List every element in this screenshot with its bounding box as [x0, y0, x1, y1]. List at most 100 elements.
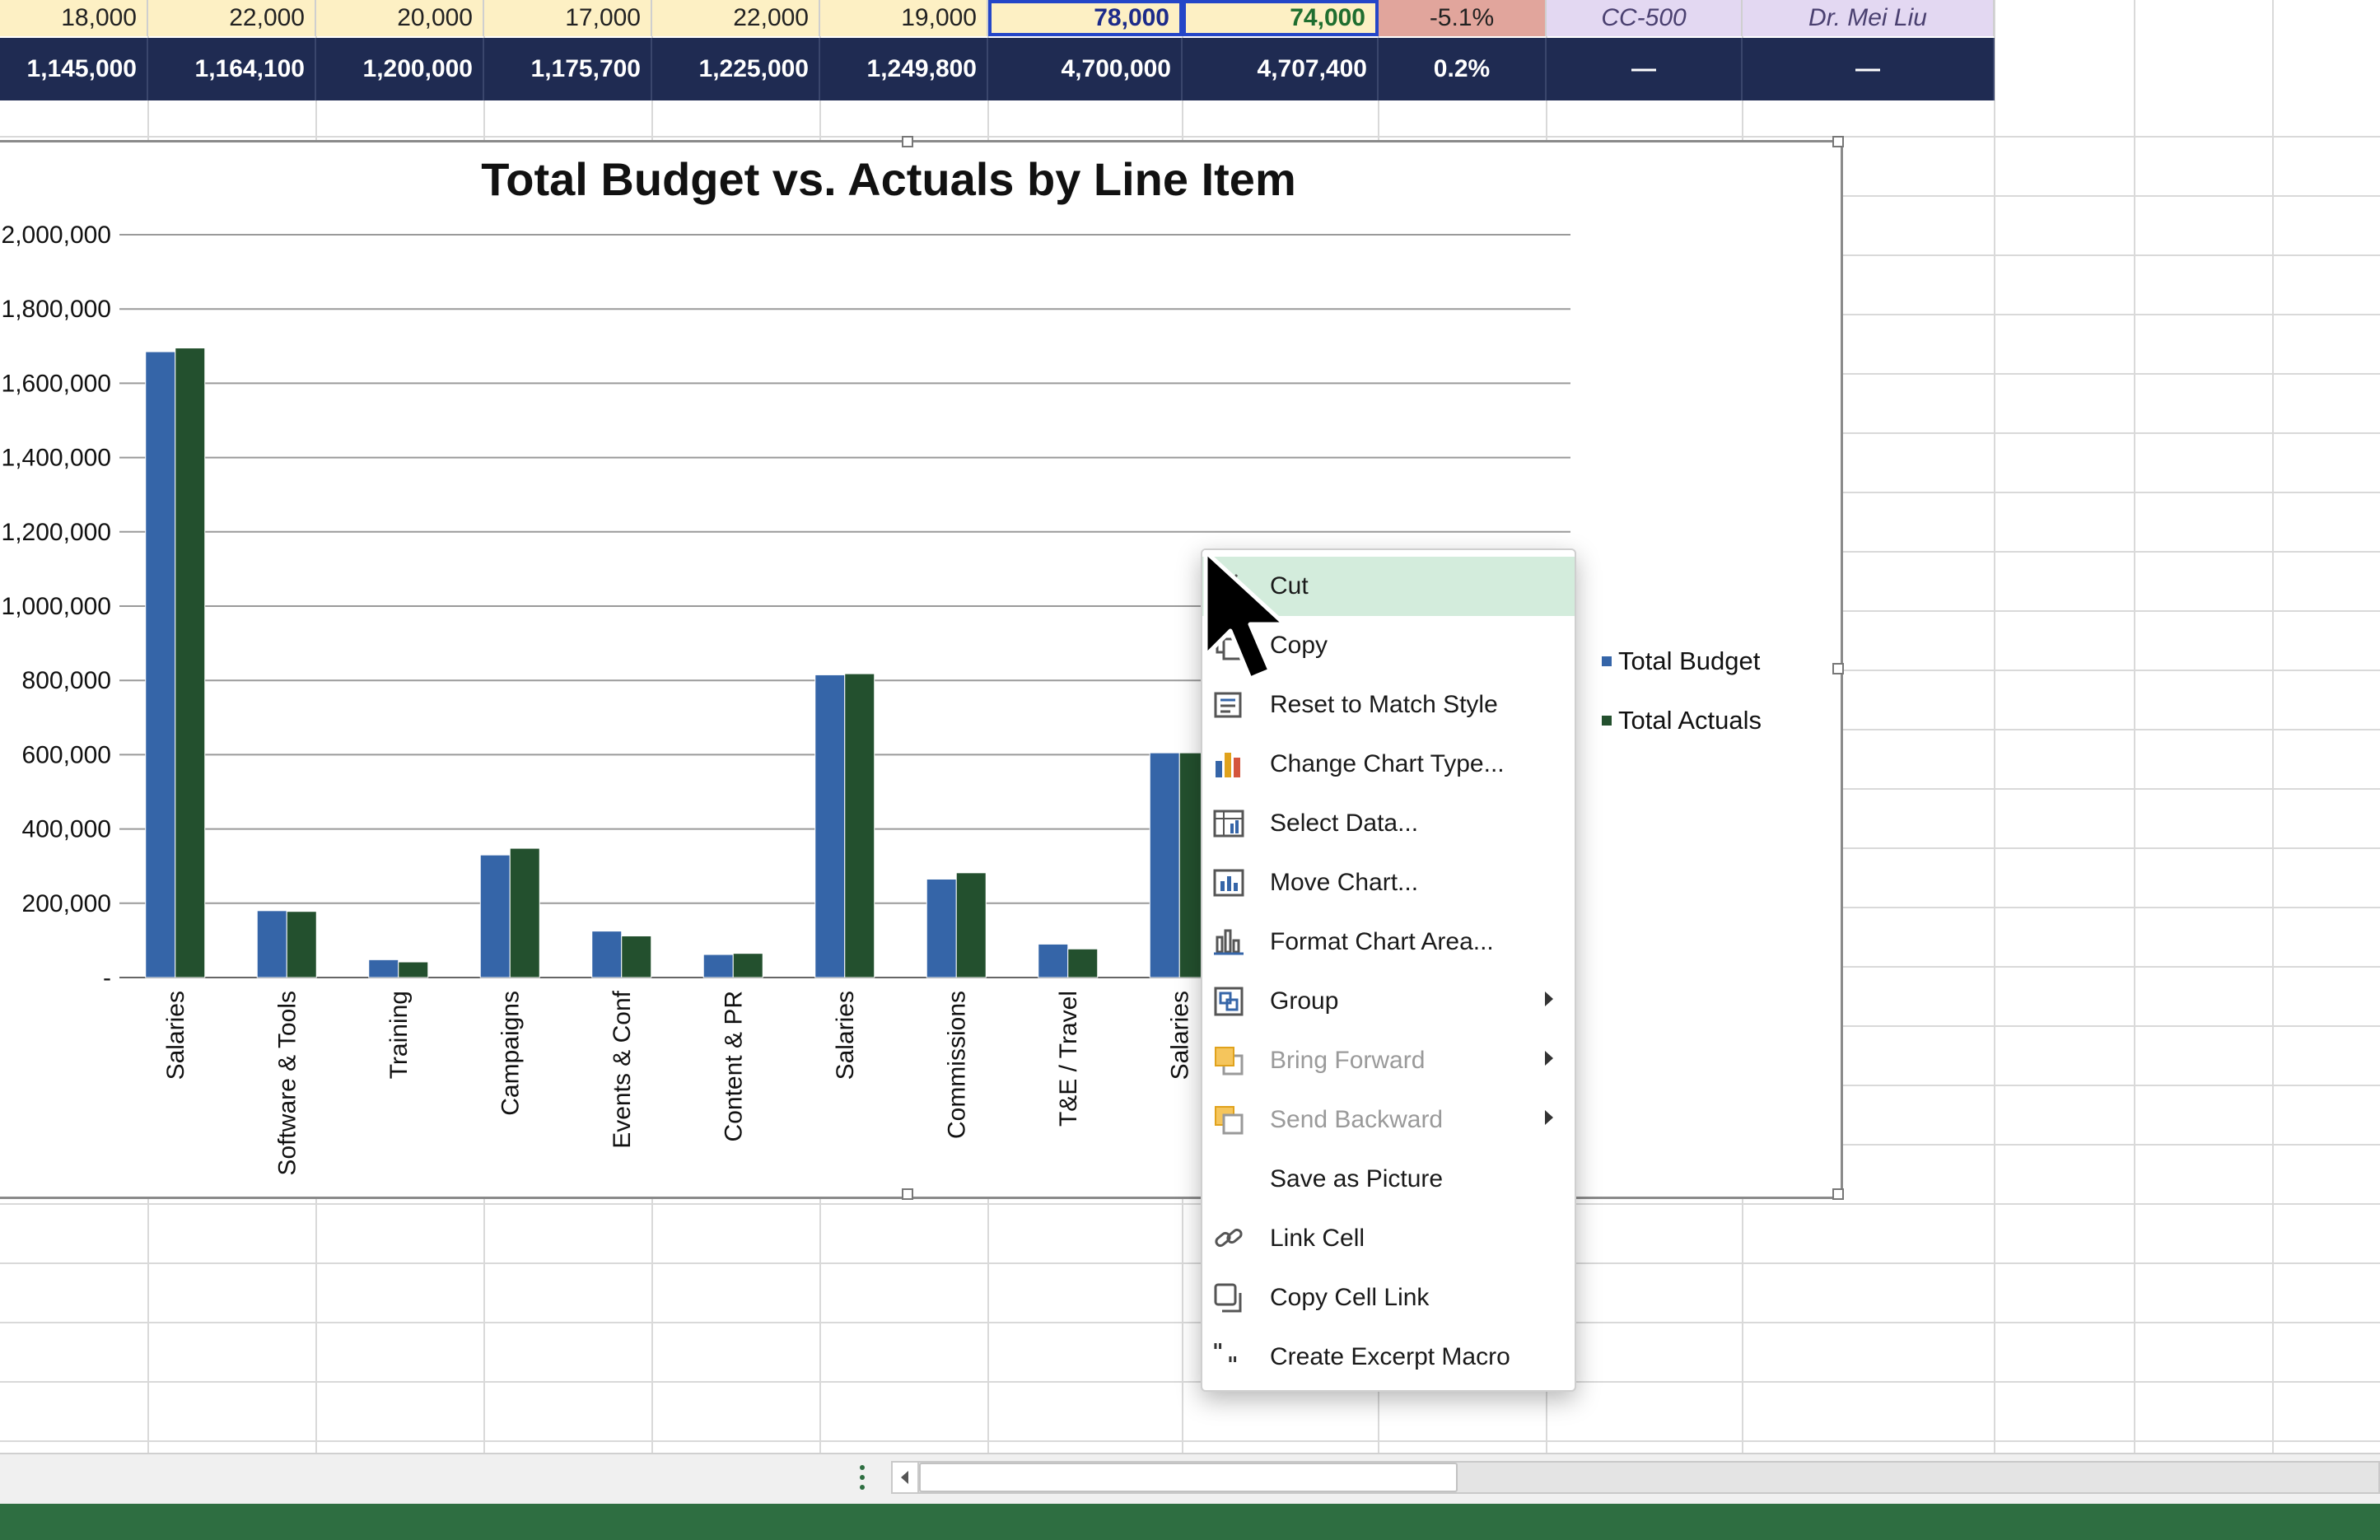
- menu-item-select-data[interactable]: Select Data...: [1202, 794, 1575, 853]
- menu-item-label: Send Backward: [1270, 1106, 1444, 1133]
- bar-budget: [702, 954, 734, 978]
- cell[interactable]: 18,000: [0, 0, 148, 36]
- legend-swatch: [1602, 716, 1612, 726]
- legend-label: Total Actuals: [1618, 706, 1762, 735]
- send-backward-icon: [1215, 1106, 1244, 1135]
- menu-item-change-chart-type[interactable]: Change Chart Type...: [1202, 735, 1575, 794]
- bar-budget: [479, 854, 511, 978]
- y-tick-label: 1,600,000: [2, 370, 111, 397]
- total-cell[interactable]: 4,707,400: [1183, 38, 1379, 100]
- x-category-label: Training: [385, 991, 413, 1079]
- chart-title: Total Budget vs. Actuals by Line Item: [481, 153, 1296, 205]
- legend-label: Total Budget: [1618, 646, 1761, 675]
- svg-text:": ": [1227, 1353, 1239, 1374]
- menu-item-create-excerpt-macro[interactable]: " " Create Excerpt Macro: [1202, 1328, 1575, 1387]
- menu-item-label: Move Chart...: [1270, 869, 1419, 896]
- y-tick-label: 1,000,000: [2, 593, 111, 620]
- total-cell[interactable]: 1,175,700: [484, 38, 652, 100]
- menu-item-bring-forward[interactable]: Bring Forward: [1202, 1031, 1575, 1090]
- menu-item-label: Format Chart Area...: [1270, 928, 1494, 955]
- menu-item-save-as-picture[interactable]: Save as Picture: [1202, 1150, 1575, 1209]
- y-tick-label: 600,000: [22, 741, 111, 768]
- submenu-arrow-icon: [1545, 1110, 1553, 1125]
- bar-budget: [256, 910, 287, 978]
- menu-item-copy-cell-link[interactable]: Copy Cell Link: [1202, 1268, 1575, 1328]
- legend-swatch: [1602, 656, 1612, 666]
- group-icon: [1214, 987, 1244, 1016]
- menu-item-label: Bring Forward: [1270, 1047, 1426, 1074]
- cell[interactable]: 22,000: [652, 0, 820, 36]
- resize-handle[interactable]: [902, 136, 913, 147]
- mouse-cursor-icon: [1203, 550, 1287, 681]
- bar-actuals: [509, 847, 540, 978]
- resize-handle[interactable]: [1832, 136, 1844, 147]
- menu-item-send-backward[interactable]: Send Backward: [1202, 1090, 1575, 1150]
- total-cell[interactable]: —: [1743, 38, 1995, 100]
- menu-item-move-chart[interactable]: Move Chart...: [1202, 853, 1575, 912]
- bar-budget: [814, 674, 846, 978]
- x-category-label: Salaries: [1166, 991, 1193, 1080]
- total-cell[interactable]: 1,249,800: [820, 38, 988, 100]
- bar-budget: [1038, 943, 1069, 978]
- y-tick-label: 800,000: [22, 667, 111, 694]
- owner-cell[interactable]: Dr. Mei Liu: [1743, 0, 1995, 36]
- bar-actuals: [955, 872, 987, 978]
- resize-handle[interactable]: [1832, 1188, 1844, 1200]
- y-tick-label: -: [103, 964, 111, 992]
- cell[interactable]: 20,000: [316, 0, 484, 36]
- total-cell[interactable]: —: [1547, 38, 1743, 100]
- cell[interactable]: 17,000: [484, 0, 652, 36]
- sheet-row-grand-total: 1,145,000 1,164,100 1,200,000 1,175,700 …: [0, 38, 1995, 100]
- x-category-label: T&E / Travel: [1055, 991, 1082, 1127]
- y-tick-label: 1,800,000: [2, 296, 111, 323]
- y-tick-label: 1,400,000: [2, 445, 111, 472]
- menu-item-link-cell[interactable]: Link Cell: [1202, 1209, 1575, 1268]
- bar-budget: [1149, 752, 1180, 978]
- total-cell[interactable]: 1,145,000: [0, 38, 148, 100]
- resize-handle[interactable]: [902, 1188, 913, 1200]
- bar-actuals: [286, 911, 317, 978]
- cell[interactable]: 22,000: [148, 0, 316, 36]
- menu-item-label: Select Data...: [1270, 810, 1419, 837]
- submenu-arrow-icon: [1545, 1051, 1553, 1066]
- bar-budget: [926, 878, 957, 978]
- svg-text:": ": [1212, 1341, 1224, 1365]
- menu-item-format-chart-area[interactable]: Format Chart Area...: [1202, 912, 1575, 972]
- reset-style-icon: [1214, 692, 1242, 718]
- x-category-label: Software & Tools: [273, 991, 301, 1176]
- menu-item-label: Change Chart Type...: [1270, 750, 1505, 777]
- cost-center-cell[interactable]: CC-500: [1547, 0, 1743, 36]
- cell[interactable]: 19,000: [820, 0, 988, 36]
- total-cell[interactable]: 1,200,000: [316, 38, 484, 100]
- y-tick-label: 1,200,000: [2, 519, 111, 546]
- bar-actuals: [1067, 948, 1099, 978]
- menu-item-label: Reset to Match Style: [1270, 691, 1498, 718]
- resize-handle[interactable]: [1832, 663, 1844, 674]
- total-cell[interactable]: 0.2%: [1379, 38, 1547, 100]
- menu-item-label: Create Excerpt Macro: [1270, 1343, 1510, 1370]
- scroll-left-button[interactable]: [891, 1461, 919, 1494]
- submenu-arrow-icon: [1545, 992, 1553, 1006]
- selected-cell[interactable]: 78,000: [988, 0, 1183, 36]
- scrollbar-thumb[interactable]: [919, 1463, 1458, 1492]
- bar-budget: [368, 959, 399, 978]
- move-chart-icon: [1213, 869, 1244, 897]
- bar-actuals: [398, 961, 429, 978]
- x-category-label: Salaries: [162, 991, 189, 1080]
- x-category-label: Events & Conf: [609, 990, 636, 1148]
- variance-cell[interactable]: -5.1%: [1379, 0, 1547, 36]
- link-icon: [1215, 1228, 1243, 1248]
- y-tick-label: 2,000,000: [2, 222, 111, 249]
- y-tick-label: 200,000: [22, 890, 111, 917]
- total-cell[interactable]: 1,225,000: [652, 38, 820, 100]
- x-category-label: Content & PR: [720, 991, 747, 1141]
- selected-cell[interactable]: 74,000: [1183, 0, 1379, 36]
- status-bar: [0, 1504, 2380, 1540]
- total-cell[interactable]: 4,700,000: [988, 38, 1183, 100]
- chart-type-icon: [1216, 753, 1240, 777]
- more-options-icon[interactable]: [856, 1463, 868, 1492]
- menu-item-group[interactable]: Group: [1202, 972, 1575, 1031]
- bar-actuals: [621, 935, 652, 978]
- total-cell[interactable]: 1,164,100: [148, 38, 316, 100]
- menu-item-label: Group: [1270, 987, 1339, 1015]
